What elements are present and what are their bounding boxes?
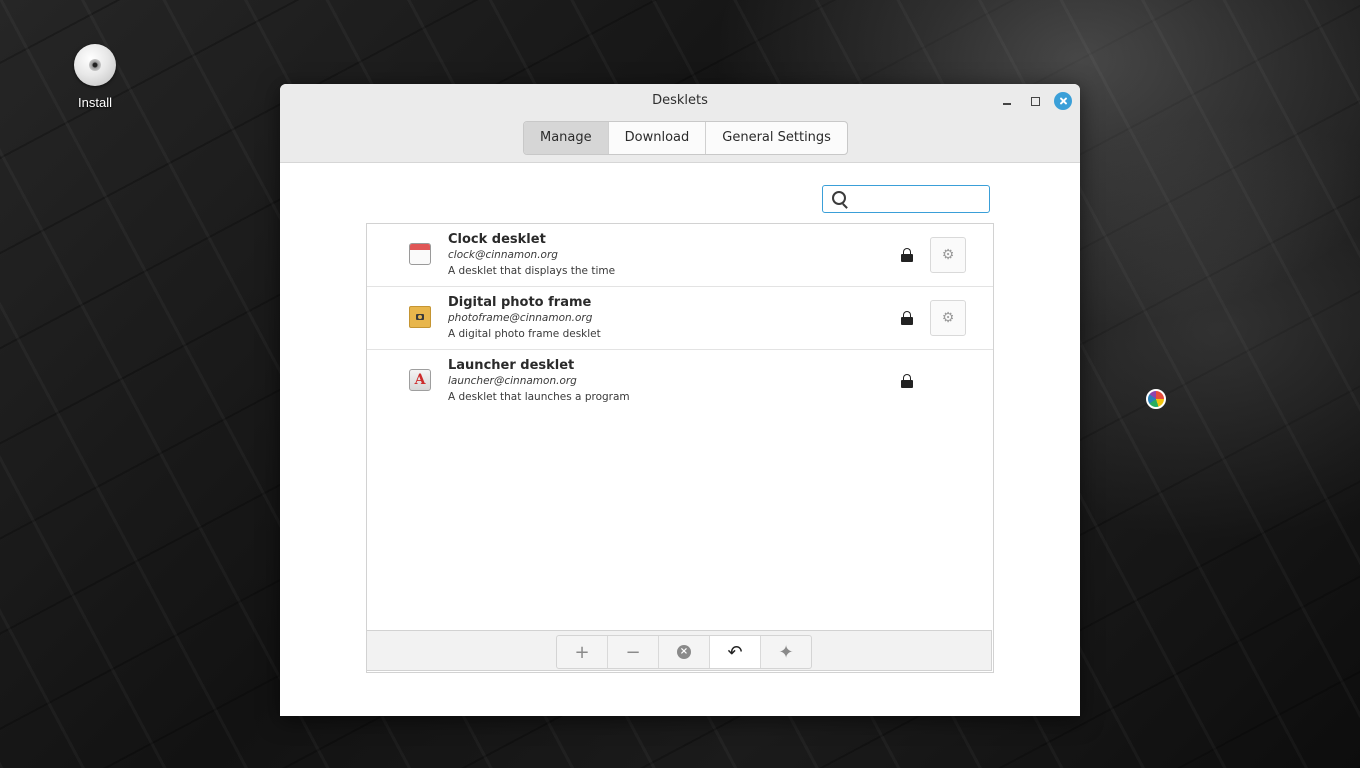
color-picker-icon[interactable] [1146,389,1166,409]
tab-download[interactable]: Download [609,122,707,154]
install-label: Install [78,95,112,110]
calendar-icon [409,243,431,265]
disc-icon [74,44,116,86]
toolbar-button-group: + − × ↶ ✦ [556,635,812,669]
desklets-window: Desklets Manage Download General Setting… [280,84,1080,716]
list-toolbar: + − × ↶ ✦ [366,630,992,671]
desklet-uuid: launcher@cinnamon.org [448,375,577,387]
sparkle-icon: ✦ [778,641,794,663]
add-desklet-button[interactable]: + [557,636,608,668]
undo-icon: ↶ [727,641,743,663]
window-title: Desklets [652,93,708,108]
desklet-name: Launcher desklet [448,358,575,373]
configure-button[interactable]: ⚙ [930,237,966,273]
desklet-uuid: clock@cinnamon.org [448,249,558,261]
gears-icon: ⚙ [941,310,955,326]
desklet-list: Clock desklet clock@cinnamon.org A deskl… [366,223,994,673]
list-item[interactable]: A Launcher desklet launcher@cinnamon.org… [367,350,993,412]
titlebar[interactable]: Desklets Manage Download General Setting… [280,84,1080,163]
search-input[interactable] [851,188,985,210]
launcher-icon: A [409,369,431,391]
lock-icon [901,311,913,325]
more-desklets-button[interactable]: ✦ [761,636,811,668]
remove-desklet-button[interactable]: − [608,636,659,668]
lock-icon [901,374,913,388]
lock-icon [901,248,913,262]
search-icon [832,191,846,205]
configure-button[interactable]: ⚙ [930,300,966,336]
restore-default-button[interactable]: ↶ [710,636,761,668]
desklet-name: Clock desklet [448,232,546,247]
desklet-name: Digital photo frame [448,295,592,310]
desklet-description: A desklet that displays the time [448,265,616,277]
search-box[interactable] [822,185,990,213]
close-button[interactable] [1054,92,1072,110]
list-item[interactable]: Clock desklet clock@cinnamon.org A deskl… [367,224,993,287]
desklet-description: A digital photo frame desklet [448,328,601,340]
minimize-button[interactable] [998,92,1016,110]
tab-general-settings[interactable]: General Settings [706,122,847,154]
clear-icon: × [677,645,691,659]
install-desktop-icon[interactable]: Install [62,44,128,110]
plus-icon: + [574,641,590,663]
desklet-uuid: photoframe@cinnamon.org [448,312,593,324]
tab-bar: Manage Download General Settings [523,121,848,155]
minus-icon: − [625,641,641,663]
list-item[interactable]: Digital photo frame photoframe@cinnamon.… [367,287,993,350]
tab-manage[interactable]: Manage [524,122,609,154]
gears-icon: ⚙ [941,247,955,263]
remove-all-button[interactable]: × [659,636,710,668]
photo-folder-icon [409,306,431,328]
maximize-button[interactable] [1026,92,1044,110]
desklet-description: A desklet that launches a program [448,391,630,403]
